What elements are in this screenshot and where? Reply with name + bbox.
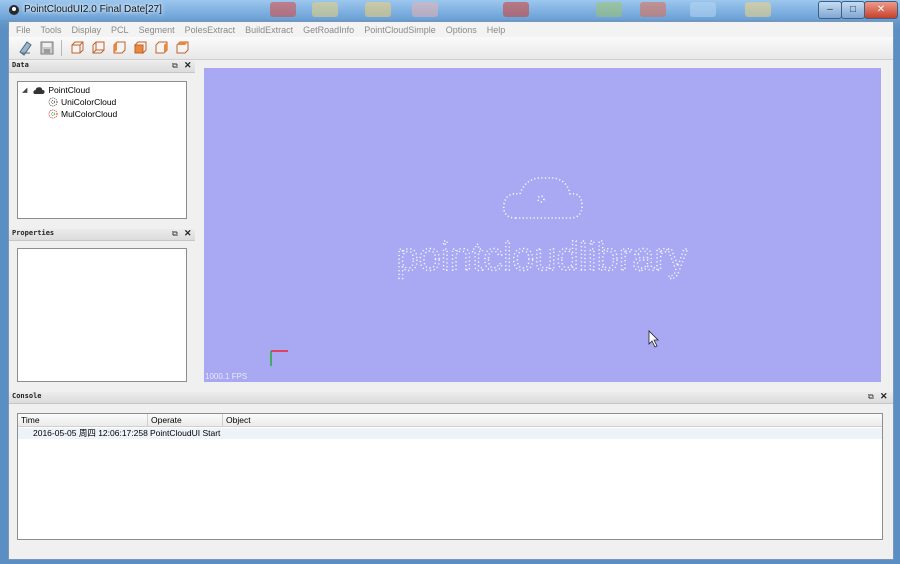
cloud-icon	[33, 86, 45, 94]
background-blur	[270, 2, 296, 17]
open-icon[interactable]	[18, 40, 34, 56]
expand-arrow-icon[interactable]: ◢	[22, 86, 27, 94]
row-time-cell: 2016-05-05 周四 12:06:17:258	[33, 428, 148, 438]
properties-dock-header[interactable]: Properties ⧉ ✕	[9, 228, 195, 241]
mul-cloud-icon	[48, 109, 58, 119]
data-tree[interactable]: ◢ PointCloud UniColorCloud MulColorCloud	[17, 81, 187, 219]
column-header-time[interactable]: Time	[18, 414, 148, 427]
view-top-icon[interactable]	[153, 40, 169, 56]
menu-point-cloud-simple[interactable]: PointCloudSimple	[364, 25, 436, 35]
row-operate-cell: PointCloudUI Start	[150, 428, 221, 438]
close-button[interactable]: ✕	[864, 1, 898, 19]
window-title: PointCloudUI2.0 Final Date[27]	[24, 4, 162, 15]
menu-poles-extract[interactable]: PolesExtract	[185, 25, 236, 35]
view-bottom-icon[interactable]	[174, 40, 190, 56]
close-icon[interactable]: ✕	[184, 228, 192, 239]
console-table[interactable]: Time Operate Object 2016-05-05 周四 12:06:…	[17, 413, 883, 540]
menu-get-road-info[interactable]: GetRoadInfo	[303, 25, 354, 35]
pcl-logo-text: pointcloudlibrary	[396, 235, 687, 279]
background-blur	[690, 2, 716, 17]
background-blur	[412, 2, 438, 17]
menu-options[interactable]: Options	[446, 25, 477, 35]
float-icon[interactable]: ⧉	[868, 392, 874, 402]
app-icon	[9, 5, 19, 15]
view-front-icon[interactable]	[69, 40, 85, 56]
tree-item-label: MulColorCloud	[61, 109, 118, 119]
menu-pcl[interactable]: PCL	[111, 25, 129, 35]
close-icon[interactable]: ✕	[880, 391, 888, 402]
app-window: PointCloudUI2.0 Final Date[27] – □ ✕ Fil…	[0, 0, 900, 564]
toolbar	[9, 37, 893, 60]
column-header-operate[interactable]: Operate	[148, 414, 223, 427]
view-right-icon[interactable]	[132, 40, 148, 56]
background-blur	[312, 2, 338, 17]
tree-item-label: UniColorCloud	[61, 97, 117, 107]
tree-item-pointcloud[interactable]: ◢ PointCloud	[22, 84, 90, 96]
background-blur	[745, 2, 771, 17]
minimize-button[interactable]: –	[818, 1, 842, 19]
menu-build-extract[interactable]: BuildExtract	[245, 25, 293, 35]
toolbar-separator	[61, 40, 62, 56]
tree-item-label: PointCloud	[48, 85, 90, 95]
axes-icon	[270, 350, 288, 366]
menu-segment[interactable]: Segment	[139, 25, 175, 35]
tree-item-unicolorcloud[interactable]: UniColorCloud	[48, 96, 116, 108]
menu-tools[interactable]: Tools	[41, 25, 62, 35]
uni-cloud-icon	[48, 97, 58, 107]
fps-counter: 1000.1 FPS	[205, 372, 248, 381]
main-client-area: File Tools Display PCL Segment PolesExtr…	[8, 21, 894, 560]
menu-display[interactable]: Display	[72, 25, 102, 35]
background-blur	[596, 2, 622, 17]
properties-panel[interactable]	[17, 248, 187, 382]
save-icon[interactable]	[39, 40, 55, 56]
pcl-viewport[interactable]: pointcloudlibrary 1000.1 FPS	[204, 68, 881, 382]
data-dock-header[interactable]: Data ⧉ ✕	[9, 60, 195, 73]
properties-dock-title: Properties	[12, 229, 55, 237]
background-blur	[365, 2, 391, 17]
table-row[interactable]: 2016-05-05 周四 12:06:17:258 PointCloudUI …	[18, 428, 882, 439]
title-bar[interactable]: PointCloudUI2.0 Final Date[27] – □ ✕	[0, 0, 900, 20]
console-dock-header[interactable]: Console ⧉ ✕	[9, 391, 893, 404]
column-header-object[interactable]: Object	[223, 414, 882, 427]
view-left-icon[interactable]	[111, 40, 127, 56]
menu-file[interactable]: File	[16, 25, 31, 35]
float-icon[interactable]: ⧉	[172, 61, 178, 71]
view-back-icon[interactable]	[90, 40, 106, 56]
maximize-button[interactable]: □	[841, 1, 865, 19]
menu-bar: File Tools Display PCL Segment PolesExtr…	[9, 22, 893, 37]
point-cloud-render[interactable]: pointcloudlibrary	[204, 68, 881, 382]
mouse-cursor-icon	[648, 330, 659, 348]
menu-help[interactable]: Help	[487, 25, 506, 35]
close-icon[interactable]: ✕	[184, 60, 192, 71]
console-dock-title: Console	[12, 392, 42, 400]
data-dock-title: Data	[12, 61, 29, 69]
background-blur	[503, 2, 529, 17]
background-blur	[640, 2, 666, 17]
float-icon[interactable]: ⧉	[172, 229, 178, 239]
tree-item-mulcolorcloud[interactable]: MulColorCloud	[48, 108, 117, 120]
pcl-cloud-logo	[502, 177, 583, 219]
